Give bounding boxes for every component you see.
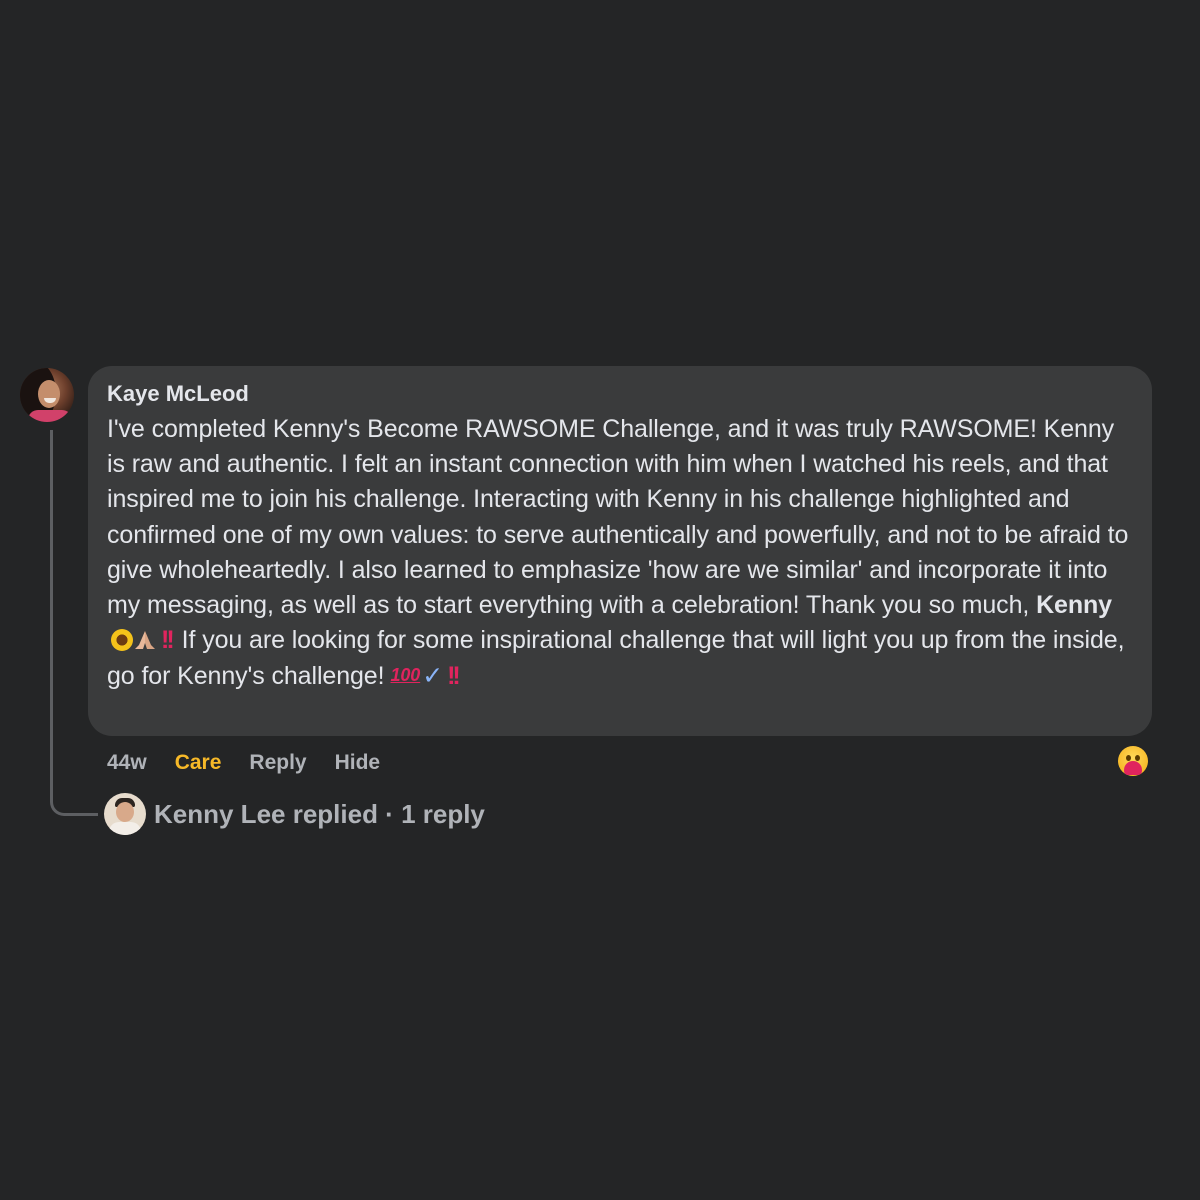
- reaction-badge[interactable]: [1116, 744, 1150, 778]
- comment-text-part1: I've completed Kenny's Become RAWSOME Ch…: [107, 415, 1129, 620]
- comment-text-part2: If you are looking for some inspirationa…: [107, 626, 1125, 691]
- comment-thread: Kaye McLeod I've completed Kenny's Becom…: [0, 0, 1200, 1200]
- care-reaction-button[interactable]: Care: [175, 751, 222, 775]
- thread-connector: [50, 430, 70, 816]
- comment-text: I've completed Kenny's Become RAWSOME Ch…: [107, 412, 1132, 695]
- double-exclamation-end-icon: !!: [447, 662, 461, 691]
- thread-connector-tail: [68, 813, 98, 816]
- mention-link[interactable]: Kenny: [1036, 591, 1112, 619]
- timestamp[interactable]: 44w: [107, 751, 147, 775]
- comment-author[interactable]: Kaye McLeod: [107, 382, 1132, 408]
- view-replies-link[interactable]: Kenny Lee replied · 1 reply: [104, 792, 485, 836]
- replies-summary[interactable]: Kenny Lee replied · 1 reply: [154, 799, 485, 830]
- avatar[interactable]: [20, 368, 74, 422]
- comment-actions: 44w Care Reply Hide: [107, 748, 380, 778]
- sunflower-icon: [111, 629, 133, 652]
- care-reaction-icon: [1118, 746, 1148, 776]
- hide-button[interactable]: Hide: [335, 751, 381, 775]
- hundred-points-icon: 100: [390, 665, 421, 686]
- double-exclamation-icon: !!: [161, 626, 175, 655]
- comment-bubble: Kaye McLeod I've completed Kenny's Becom…: [88, 366, 1152, 736]
- reply-avatar: [104, 793, 146, 835]
- reply-button[interactable]: Reply: [249, 751, 306, 775]
- praying-hands-icon: [135, 631, 155, 650]
- check-mark-icon: ✓: [422, 662, 444, 691]
